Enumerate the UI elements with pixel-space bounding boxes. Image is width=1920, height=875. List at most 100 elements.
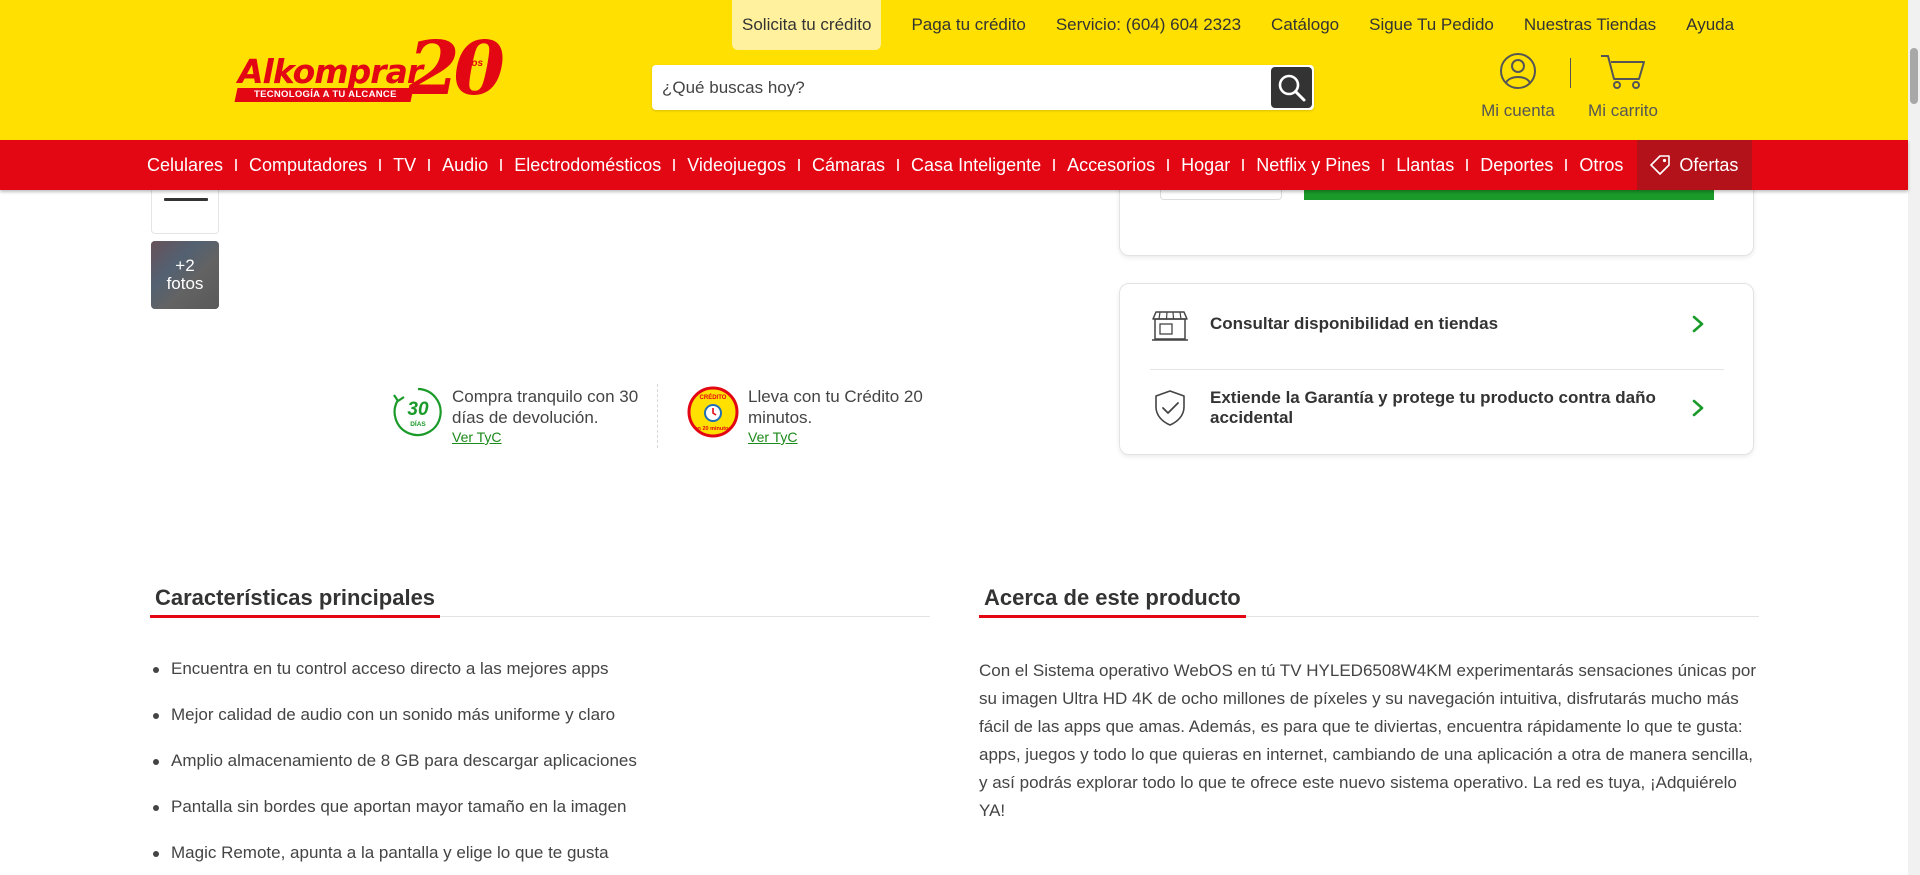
credit-tyc-link[interactable]: Ver TyC bbox=[748, 428, 938, 446]
about-section-header: Acerca de este producto bbox=[979, 583, 1759, 618]
nav-label: Videojuegos bbox=[687, 154, 787, 175]
shield-check-icon bbox=[1155, 390, 1185, 426]
nav-separator bbox=[428, 159, 431, 171]
cart-label: Mi carrito bbox=[1588, 101, 1658, 120]
features-section-header: Características principales bbox=[150, 583, 930, 618]
credit-20-minutes-icon: CRÉDITO en 20 minutos bbox=[687, 386, 739, 438]
nav-item-otros[interactable]: Otros bbox=[1569, 140, 1633, 190]
credit-badge-top: CRÉDITO bbox=[700, 393, 727, 401]
header-divider bbox=[1570, 58, 1571, 88]
credit-text: Lleva con tu Crédito 20 minutos. bbox=[748, 387, 923, 427]
returns-tyc-link[interactable]: Ver TyC bbox=[452, 428, 642, 446]
nav-item-deportes[interactable]: Deportes bbox=[1470, 140, 1563, 190]
top-link-paga-credito[interactable]: Paga tu crédito bbox=[896, 0, 1040, 50]
benefits-divider bbox=[657, 384, 658, 448]
nav-label: Cámaras bbox=[812, 154, 886, 175]
logo-tagline: TECNOLOGÍA A TU ALCANCE bbox=[254, 89, 397, 100]
about-title: Acerca de este producto bbox=[979, 585, 1246, 618]
features-title: Características principales bbox=[150, 585, 441, 618]
returns-text: Compra tranquilo con 30 días de devoluci… bbox=[452, 387, 639, 427]
top-link-solicita-credito[interactable]: Solicita tu crédito bbox=[732, 0, 882, 50]
add-to-cart-button[interactable] bbox=[1304, 190, 1714, 200]
nav-separator bbox=[1053, 159, 1056, 171]
scrollbar-thumb[interactable] bbox=[1910, 48, 1918, 104]
list-item: Encuentra en tu control acceso directo a… bbox=[150, 646, 910, 692]
gallery-more-photos[interactable]: +2 fotos bbox=[151, 241, 219, 309]
list-item: Pantalla sin bordes que aportan mayor ta… bbox=[150, 784, 910, 830]
alkomprar-logo[interactable]: Alkomprar TECNOLOGÍA A TU ALCANCE 20 Año… bbox=[232, 26, 505, 112]
search-input[interactable] bbox=[662, 65, 1252, 110]
nav-label: Audio bbox=[442, 154, 489, 175]
nav-item-celulares[interactable]: Celulares bbox=[137, 140, 233, 190]
nav-item-camaras[interactable]: Cámaras bbox=[802, 140, 895, 190]
returns-badge-number: 30 bbox=[407, 399, 429, 420]
top-links: Solicita tu crédito Paga tu crédito Serv… bbox=[732, 0, 1749, 50]
nav-separator bbox=[235, 159, 238, 171]
extend-warranty[interactable]: Extiende la Garantía y protege tu produc… bbox=[1150, 388, 1725, 428]
nav-item-netflix-pines[interactable]: Netflix y Pines bbox=[1246, 140, 1380, 190]
check-store-availability[interactable]: Consultar disponibilidad en tiendas bbox=[1150, 304, 1725, 344]
list-item: Magic Remote, apunta a la pantalla y eli… bbox=[150, 830, 910, 875]
nav-label: Accesorios bbox=[1067, 154, 1156, 175]
top-link-ayuda[interactable]: Ayuda bbox=[1671, 0, 1749, 50]
nav-item-ofertas[interactable]: Ofertas bbox=[1637, 140, 1753, 190]
page: Alkomprar TECNOLOGÍA A TU ALCANCE 20 Año… bbox=[0, 0, 1920, 875]
nav-separator bbox=[1565, 159, 1568, 171]
nav-label: Celulares bbox=[147, 154, 224, 175]
nav-label: Electrodomésticos bbox=[514, 154, 662, 175]
more-photos-count: +2 bbox=[175, 256, 195, 275]
nav-separator bbox=[1382, 159, 1385, 171]
store-icon bbox=[1152, 311, 1188, 341]
tv-thumbnail-image bbox=[164, 198, 208, 201]
about-description: Con el Sistema operativo WebOS en tú TV … bbox=[979, 661, 1757, 820]
nav-separator bbox=[379, 159, 382, 171]
top-link-catalogo[interactable]: Catálogo bbox=[1256, 0, 1354, 50]
nav-separator bbox=[1242, 159, 1245, 171]
logo-anniversary-label: Años bbox=[458, 58, 483, 69]
nav-item-videojuegos[interactable]: Videojuegos bbox=[677, 140, 796, 190]
nav-label: Ofertas bbox=[1679, 154, 1739, 175]
more-photos-label: fotos bbox=[166, 274, 204, 293]
card-divider bbox=[1150, 369, 1724, 370]
nav-item-computadores[interactable]: Computadores bbox=[239, 140, 377, 190]
cart-button[interactable]: Mi carrito bbox=[1580, 52, 1666, 121]
cart-icon bbox=[1601, 55, 1645, 89]
list-item: Mejor calidad de audio con un sonido más… bbox=[150, 692, 910, 738]
nav-separator bbox=[673, 159, 676, 171]
store-availability-label: Consultar disponibilidad en tiendas bbox=[1210, 314, 1499, 333]
nav-item-electrodomesticos[interactable]: Electrodomésticos bbox=[504, 140, 671, 190]
page-scrollbar[interactable] bbox=[1908, 0, 1920, 875]
account-label: Mi cuenta bbox=[1481, 101, 1555, 120]
nav-item-casa-inteligente[interactable]: Casa Inteligente bbox=[901, 140, 1051, 190]
nav-item-llantas[interactable]: Llantas bbox=[1386, 140, 1464, 190]
nav-item-tv[interactable]: TV bbox=[383, 140, 426, 190]
account-button[interactable]: Mi cuenta bbox=[1476, 52, 1560, 121]
category-nav: Celulares Computadores TV Audio Electrod… bbox=[0, 140, 1908, 190]
nav-item-hogar[interactable]: Hogar bbox=[1171, 140, 1240, 190]
search-button[interactable] bbox=[1271, 67, 1312, 108]
nav-item-audio[interactable]: Audio bbox=[432, 140, 498, 190]
nav-label: Hogar bbox=[1181, 154, 1231, 175]
returns-benefit: 30 DÍAS Compra tranquilo con 30 días de … bbox=[392, 386, 642, 446]
warranty-label: Extiende la Garantía y protege tu produc… bbox=[1210, 388, 1656, 427]
search-icon bbox=[1278, 74, 1305, 101]
nav-label: Llantas bbox=[1396, 154, 1455, 175]
nav-label: Casa Inteligente bbox=[911, 154, 1042, 175]
30-days-returns-icon: 30 DÍAS bbox=[393, 387, 442, 437]
nav-item-accesorios[interactable]: Accesorios bbox=[1057, 140, 1165, 190]
top-link-sigue-pedido[interactable]: Sigue Tu Pedido bbox=[1354, 0, 1509, 50]
nav-separator bbox=[798, 159, 801, 171]
credit-badge-bottom: en 20 minutos bbox=[695, 426, 732, 432]
store-options-card: Consultar disponibilidad en tiendas Exti… bbox=[1119, 283, 1754, 455]
user-icon bbox=[1500, 53, 1536, 89]
search-bar bbox=[652, 65, 1314, 110]
chevron-right-icon bbox=[1692, 399, 1704, 417]
nav-separator bbox=[897, 159, 900, 171]
nav-label: TV bbox=[393, 154, 417, 175]
nav-separator bbox=[1167, 159, 1170, 171]
top-link-nuestras-tiendas[interactable]: Nuestras Tiendas bbox=[1509, 0, 1671, 50]
chevron-right-icon bbox=[1692, 315, 1704, 333]
nav-label: Otros bbox=[1579, 154, 1624, 175]
top-link-servicio[interactable]: Servicio: (604) 604 2323 bbox=[1041, 0, 1256, 50]
nav-label: Computadores bbox=[249, 154, 368, 175]
